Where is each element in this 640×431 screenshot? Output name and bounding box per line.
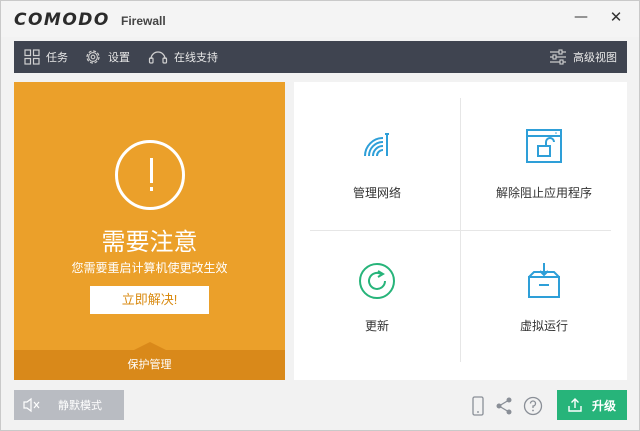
- attention-panel: 需要注意 您需要重启计算机使更改生效 立即解决! 保护管理: [14, 82, 285, 380]
- virtual-run-tile[interactable]: 虚拟运行: [461, 231, 627, 379]
- minimize-button[interactable]: —: [573, 9, 589, 25]
- close-button[interactable]: ✕: [608, 9, 624, 25]
- protection-management-tab[interactable]: 保护管理: [14, 342, 285, 380]
- exclamation-icon: [115, 140, 185, 210]
- settings-button[interactable]: 设置: [84, 41, 130, 73]
- alert-title: 需要注意: [101, 228, 198, 256]
- actions-panel: 管理网络 解除阻止应用程序 更新 虚拟运行: [294, 82, 627, 380]
- gear-icon: [86, 50, 100, 64]
- unblock-apps-tile[interactable]: 解除阻止应用程序: [461, 82, 627, 230]
- online-support-button[interactable]: 在线支持: [148, 41, 218, 73]
- sliders-icon: [550, 49, 566, 65]
- update-refresh-icon: [359, 263, 395, 299]
- support-label: 在线支持: [174, 51, 218, 64]
- wifi-network-icon: [364, 133, 389, 157]
- mute-speaker-icon: [23, 397, 40, 413]
- advanced-view-label: 高级视图: [573, 51, 617, 64]
- settings-label: 设置: [108, 51, 130, 64]
- unblock-application-icon: [526, 129, 562, 163]
- update-tile[interactable]: 更新: [294, 231, 460, 379]
- mobile-icon[interactable]: [468, 396, 488, 416]
- virtual-run-label: 虚拟运行: [519, 319, 568, 333]
- help-icon[interactable]: [523, 396, 543, 416]
- headset-icon: [148, 51, 168, 64]
- unblock-apps-label: 解除阻止应用程序: [495, 186, 592, 200]
- advanced-view-button[interactable]: 高级视图: [549, 41, 617, 73]
- update-label: 更新: [364, 319, 389, 333]
- share-icon[interactable]: [494, 396, 514, 416]
- tasks-label: 任务: [46, 51, 68, 64]
- app-window: COMODO Firewall — ✕ 任务 设置 在线支持 高级视图 需要注意…: [0, 0, 640, 431]
- title-bar: COMODO Firewall — ✕: [1, 1, 639, 37]
- toolbar: 任务 设置 在线支持 高级视图: [14, 41, 627, 73]
- brand-logo: COMODO: [14, 10, 110, 30]
- tasks-button[interactable]: 任务: [24, 41, 68, 73]
- fix-now-button[interactable]: 立即解决!: [90, 286, 209, 314]
- upgrade-arrow-icon: [568, 398, 582, 412]
- manage-networks-tile[interactable]: 管理网络: [294, 82, 460, 230]
- upgrade-label: 升级: [591, 398, 616, 413]
- alert-message: 您需要重启计算机使更改生效: [71, 261, 228, 275]
- manage-networks-label: 管理网络: [352, 186, 401, 200]
- upgrade-button[interactable]: 升级: [557, 390, 627, 420]
- product-name: Firewall: [121, 14, 166, 28]
- protection-tab-label: 保护管理: [127, 358, 172, 371]
- virtual-run-box-icon: [528, 263, 560, 298]
- silent-mode-button[interactable]: 静默模式: [14, 390, 124, 420]
- chevron-up-icon: [134, 342, 166, 350]
- silent-mode-label: 静默模式: [58, 399, 102, 412]
- tasks-grid-icon: [24, 49, 40, 65]
